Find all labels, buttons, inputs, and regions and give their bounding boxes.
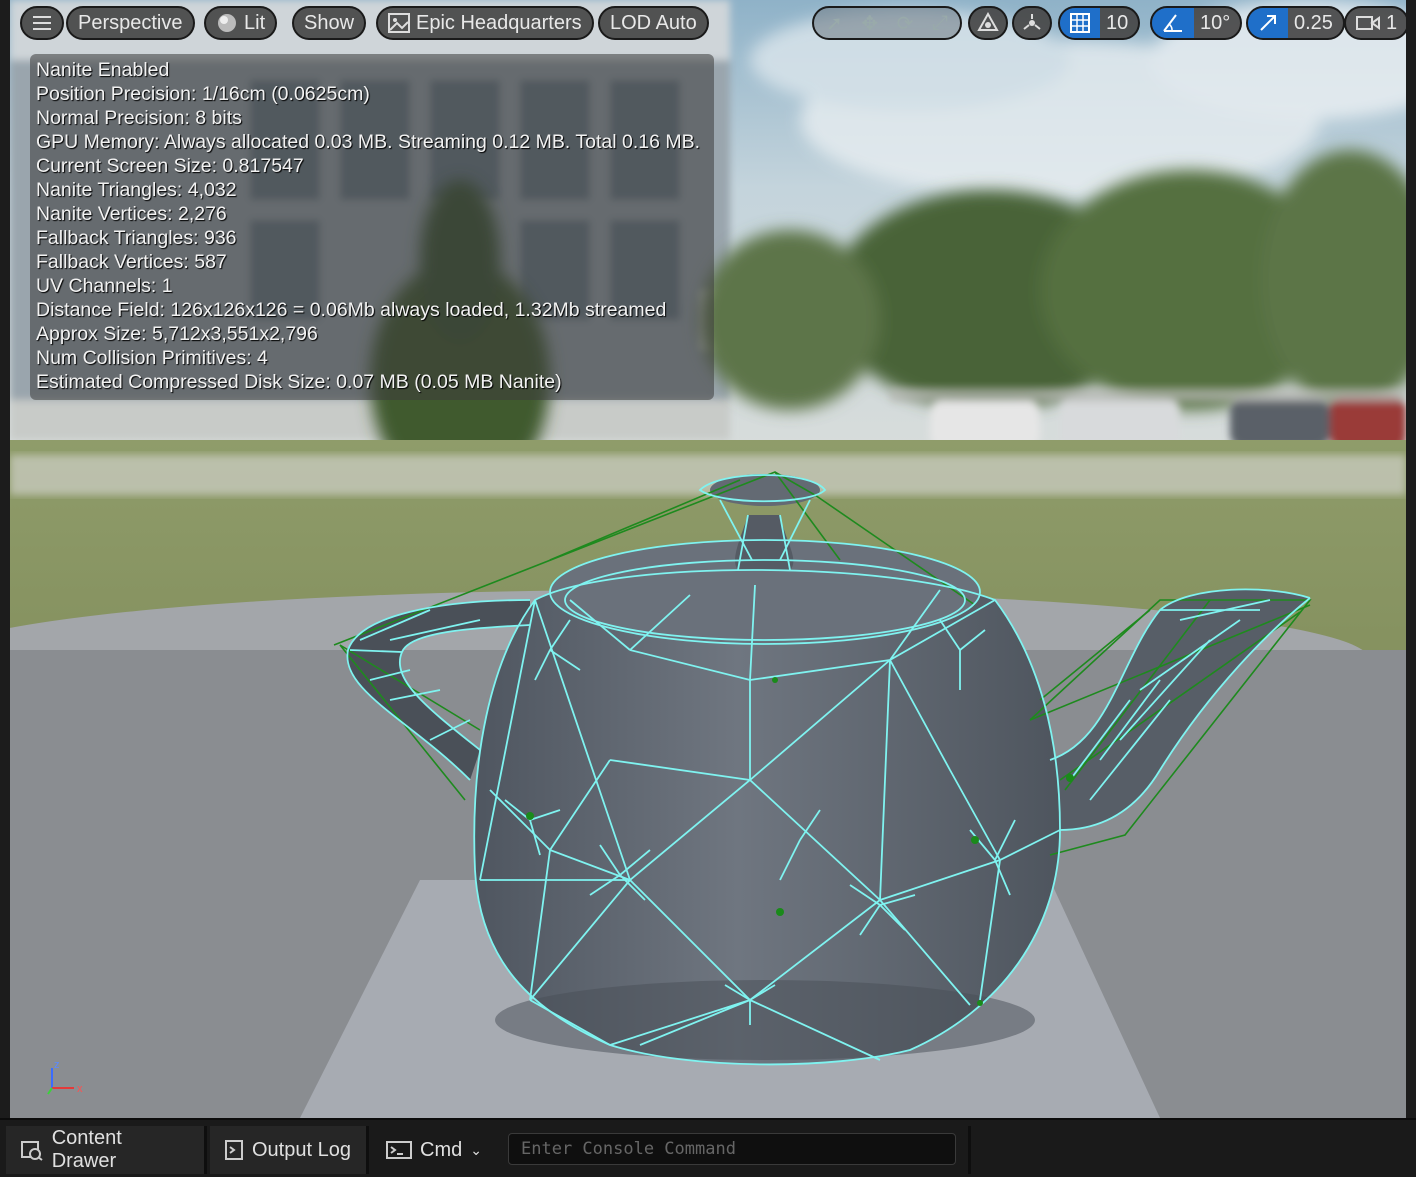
grid-snap-button[interactable]: 10 xyxy=(1058,6,1141,40)
rotation-snap-button[interactable]: 10° xyxy=(1150,6,1243,40)
stats-line: Fallback Vertices: 587 xyxy=(36,251,227,273)
content-drawer-label: Content Drawer xyxy=(51,1127,122,1172)
lit-button[interactable]: Lit xyxy=(204,6,278,40)
cmd-label: Cmd xyxy=(420,1138,463,1161)
rotation-snap-value[interactable]: 10° xyxy=(1200,12,1230,35)
grid-icon xyxy=(1070,13,1090,33)
rotation-snap-toggle[interactable] xyxy=(1152,8,1194,38)
console-command-input[interactable] xyxy=(508,1133,956,1165)
stats-line: Approx Size: 5,712x3,551x2,796 xyxy=(36,323,318,345)
content-drawer-button[interactable]: Content Drawer xyxy=(6,1126,204,1174)
stats-line: Position Precision: 1/16cm (0.0625cm) xyxy=(36,83,370,105)
select-icon[interactable]: ➚ xyxy=(826,11,843,36)
scale-icon[interactable]: ⤢ xyxy=(932,12,948,35)
scale-snap-toggle[interactable] xyxy=(1248,8,1288,38)
world-space-icon xyxy=(977,12,999,31)
stats-line: Estimated Compressed Disk Size: 0.07 MB … xyxy=(36,371,562,393)
transform-tools-group[interactable]: ➚ ✥ ⟳ ⤢ xyxy=(812,6,962,40)
grid-snap-value[interactable]: 10 xyxy=(1106,12,1128,35)
mesh-stats-overlay: Nanite Enabled Position Precision: 1/16cm… xyxy=(30,54,714,400)
console-icon xyxy=(386,1141,412,1159)
chevron-down-icon: ⌄ xyxy=(470,1141,482,1158)
stats-line: Nanite Enabled xyxy=(36,59,170,81)
cmd-dropdown[interactable]: Cmd ⌄ xyxy=(372,1126,498,1174)
axis-x-label: x xyxy=(77,1083,83,1095)
stats-line: UV Channels: 1 xyxy=(36,275,173,297)
surface-snap-icon xyxy=(1023,14,1041,30)
stats-line: Normal Precision: 8 bits xyxy=(36,107,242,129)
lod-label: LOD Auto xyxy=(610,11,697,34)
lit-label: Lit xyxy=(244,11,266,34)
scale-snap-value[interactable]: 0.25 xyxy=(1294,12,1333,35)
image-icon xyxy=(388,13,410,33)
stats-line: Distance Field: 126x126x126 = 0.06Mb alw… xyxy=(36,299,667,321)
axis-gizmo: z x xyxy=(47,1059,83,1095)
viewport[interactable]: Perspective Lit Show Epic Headquarters L… xyxy=(10,0,1406,1118)
lod-button[interactable]: LOD Auto xyxy=(598,6,709,40)
camera-icon xyxy=(1356,16,1380,30)
perspective-button[interactable]: Perspective xyxy=(66,6,195,40)
stats-line: Fallback Triangles: 936 xyxy=(36,227,237,249)
separator xyxy=(968,1126,971,1174)
stats-line: Nanite Triangles: 4,032 xyxy=(36,179,237,201)
rotate-icon[interactable]: ⟳ xyxy=(897,11,914,36)
lit-sphere-icon xyxy=(218,14,236,32)
output-log-button[interactable]: Output Log xyxy=(210,1126,366,1174)
coordinate-space-button[interactable] xyxy=(968,6,1008,40)
scale-arrow-icon xyxy=(1260,15,1276,31)
show-button[interactable]: Show xyxy=(292,6,367,40)
stats-line: Current Screen Size: 0.817547 xyxy=(36,155,304,177)
right-edge xyxy=(1406,0,1416,1118)
stats-line: GPU Memory: Always allocated 0.03 MB. St… xyxy=(36,131,701,153)
scale-snap-button[interactable]: 0.25 xyxy=(1246,6,1345,40)
angle-icon xyxy=(1163,14,1182,32)
environment-button[interactable]: Epic Headquarters xyxy=(376,6,594,40)
stats-line: Num Collision Primitives: 4 xyxy=(36,347,268,369)
hamburger-icon xyxy=(33,16,51,30)
output-log-icon xyxy=(225,1140,243,1160)
content-drawer-icon xyxy=(21,1141,43,1161)
output-log-label: Output Log xyxy=(252,1138,351,1161)
camera-speed-value: 1 xyxy=(1386,11,1398,34)
status-bar: Content Drawer Output Log Cmd ⌄ xyxy=(0,1118,1416,1177)
viewport-menu-button[interactable] xyxy=(20,6,64,40)
axis-z-label: z xyxy=(54,1059,60,1071)
environment-label: Epic Headquarters xyxy=(416,11,582,34)
surface-snapping-button[interactable] xyxy=(1012,6,1052,40)
stats-line: Nanite Vertices: 2,276 xyxy=(36,203,227,225)
left-edge xyxy=(0,0,10,1118)
separator xyxy=(204,1126,207,1174)
camera-speed-button[interactable]: 1 xyxy=(1344,6,1406,40)
move-icon[interactable]: ✥ xyxy=(861,11,878,36)
editor-frame: Perspective Lit Show Epic Headquarters L… xyxy=(0,0,1416,1177)
separator xyxy=(366,1126,369,1174)
grid-snap-toggle[interactable] xyxy=(1060,8,1100,38)
show-label: Show xyxy=(304,11,355,34)
perspective-label: Perspective xyxy=(78,11,183,34)
